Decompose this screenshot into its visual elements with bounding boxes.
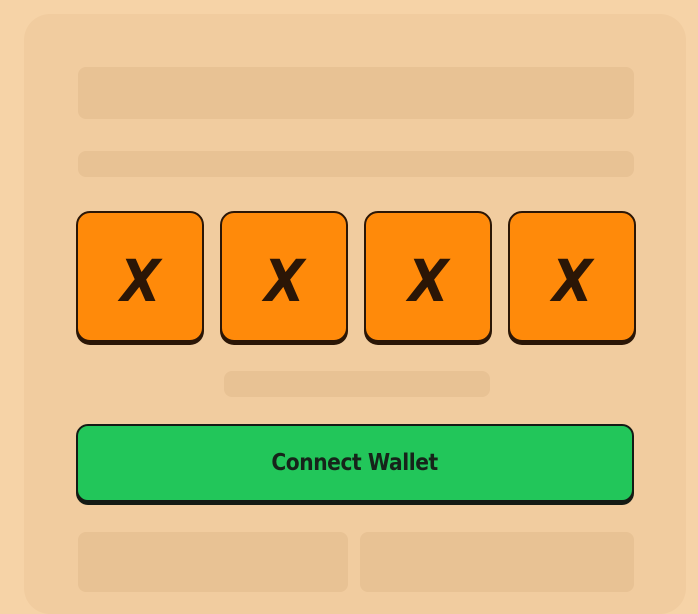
slot-tile-3[interactable]: X: [364, 211, 492, 342]
connect-wallet-button[interactable]: Connect Wallet: [76, 424, 634, 502]
slot-tile-1[interactable]: X: [76, 211, 204, 342]
slot-tile-2[interactable]: X: [220, 211, 348, 342]
connect-wallet-label: Connect Wallet: [271, 450, 439, 476]
subtitle-placeholder: [78, 151, 634, 177]
x-glyph: X: [263, 246, 305, 315]
caption-placeholder: [224, 371, 490, 397]
footer-left-placeholder: [78, 532, 348, 592]
title-placeholder: [78, 67, 634, 119]
slot-tile-4[interactable]: X: [508, 211, 636, 342]
x-glyph: X: [119, 246, 161, 315]
x-glyph: X: [551, 246, 593, 315]
footer-right-placeholder: [360, 532, 634, 592]
x-glyph: X: [407, 246, 449, 315]
